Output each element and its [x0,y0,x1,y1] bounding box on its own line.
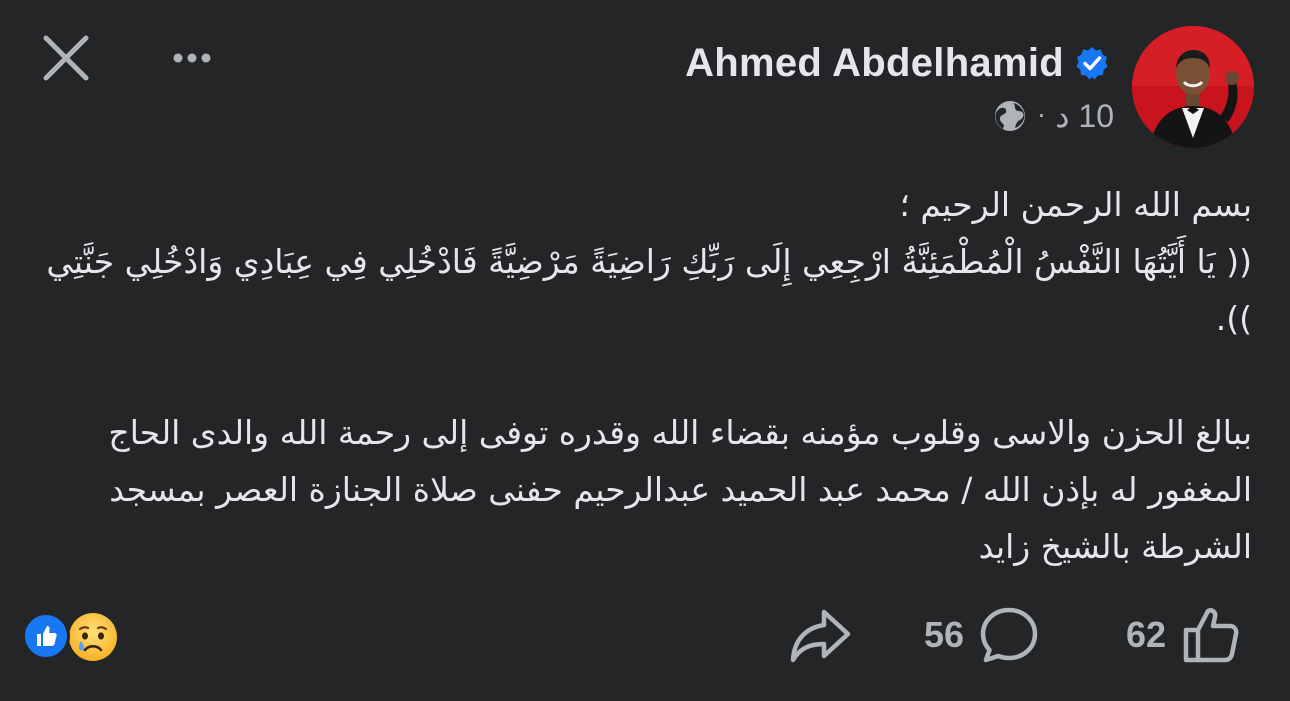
like-reaction-icon [22,612,70,660]
reactions-summary[interactable] [22,608,126,664]
post-meta: · 10 د [992,94,1114,138]
more-options-icon [173,53,211,63]
like-icon [1183,608,1239,663]
post-timestamp[interactable]: 10 د [1055,97,1114,135]
post-paragraph-announcement: ببالغ الحزن والاسى وقلوب مؤمنه بقضاء الل… [108,413,1252,566]
share-button[interactable] [788,600,854,670]
post-text: بسم الله الرحمن الرحيم ؛ (( يَا أَيَّتُه… [44,176,1252,575]
author-name[interactable]: Ahmed Abdelhamid [685,41,1064,86]
author-row: Ahmed Abdelhamid [685,38,1110,88]
close-button[interactable] [38,30,94,86]
avatar[interactable] [1132,26,1254,148]
globe-icon[interactable] [992,98,1028,134]
comment-button[interactable]: 56 [924,600,1040,670]
more-options-button[interactable] [168,36,228,80]
comment-count: 56 [924,614,965,655]
meta-separator: · [1037,102,1046,130]
like-button[interactable]: 62 [1126,600,1242,670]
like-count: 62 [1126,614,1167,655]
sad-reaction-icon [69,613,117,661]
close-icon [43,35,89,81]
post-paragraph-verse: بسم الله الرحمن الرحيم ؛ (( يَا أَيَّتُه… [46,185,1252,338]
avatar-image [1132,26,1254,148]
post-viewer: Ahmed Abdelhamid · 10 د بسم الله الرحمن … [0,0,1290,701]
comment-icon [980,607,1038,663]
verified-badge-icon [1076,47,1108,80]
share-icon [790,609,851,663]
